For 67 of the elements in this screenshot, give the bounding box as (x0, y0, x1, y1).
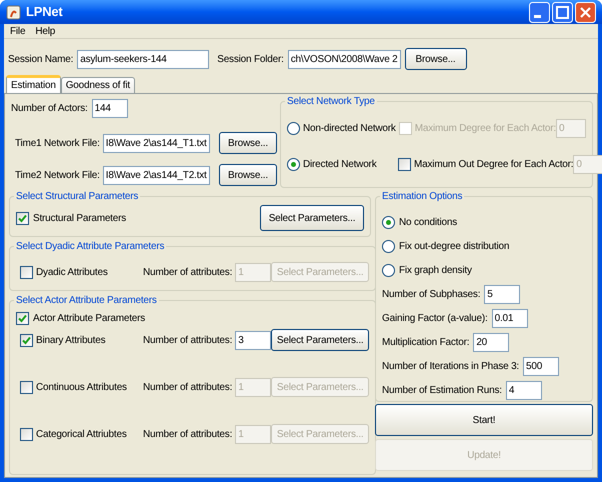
minimize-icon[interactable] (529, 2, 550, 22)
file-label: Time1 Network File: (15, 136, 100, 150)
button[interactable]: Select Parameters... (271, 329, 370, 351)
text-field[interactable]: 20 (473, 332, 510, 352)
group-title: Select Dyadic Attribute Parameters (15, 240, 166, 254)
text-field[interactable]: ch\VOSON\2008\Wave 2 (288, 50, 400, 68)
maximize-icon[interactable] (552, 2, 573, 22)
menu-item[interactable]: File (6, 24, 30, 38)
checkbox[interactable] (16, 312, 29, 324)
tab[interactable]: Goodness of fit (60, 77, 135, 93)
checkbox-label: Maximum Out Degree for Each Actor: (414, 158, 574, 172)
field-label: Number of Estimation Runs: (382, 384, 502, 398)
text-field[interactable]: I8\Wave 2\as144_T2.txt (102, 166, 210, 184)
button[interactable]: Select Parameters... (260, 205, 364, 231)
radio-label: Directed Network (303, 158, 378, 172)
text-field[interactable]: 4 (506, 380, 542, 400)
checkbox-label: Actor Attribute Parameters (33, 312, 146, 326)
group-title: Select Network Type (286, 95, 376, 109)
radio-button[interactable] (382, 240, 395, 252)
group-title: Select Structural Parameters (15, 190, 140, 204)
field-label: Number of Iterations in Phase 3: (382, 360, 520, 374)
group-title: Estimation Options (381, 190, 464, 204)
radio-label: No conditions (399, 216, 457, 230)
checkbox-label: Binary Attributes (36, 334, 106, 348)
close-icon[interactable] (575, 2, 596, 22)
text-field[interactable]: 500 (523, 356, 560, 376)
action-button[interactable]: Start! (375, 404, 593, 436)
checkbox-label: Categorical Attriubtes (36, 428, 128, 442)
text-field[interactable]: 5 (484, 284, 520, 304)
radio-button[interactable] (287, 122, 300, 134)
app-icon (6, 4, 21, 20)
count-label: Number of attributes: (143, 428, 232, 442)
button[interactable]: Browse... (404, 48, 466, 70)
checkbox-label: Dyadic Attributes (36, 266, 109, 280)
radio-button[interactable] (382, 264, 395, 276)
count-label: Number of attributes: (143, 380, 232, 394)
text-field[interactable]: asylum-seekers-144 (77, 50, 210, 68)
button[interactable]: Browse... (219, 132, 277, 154)
field-label: Multiplication Factor: (382, 336, 470, 350)
text-field[interactable]: I8\Wave 2\as144_T1.txt (102, 134, 210, 152)
field-label: Gaining Factor (a-value): (382, 312, 488, 326)
count-label: Number of attributes: (143, 334, 232, 348)
field-label: Number of Subphases: (382, 288, 480, 302)
menu-item[interactable]: Help (31, 24, 60, 38)
button[interactable]: Browse... (219, 164, 277, 186)
session-folder-label: Session Folder: (217, 52, 284, 66)
text-field[interactable]: 3 (235, 330, 272, 350)
radio-button[interactable] (287, 158, 300, 170)
checkbox-label: Continuous Attributes (36, 380, 128, 394)
text-field[interactable]: 0.01 (492, 308, 528, 328)
radio-label: Fix graph density (399, 264, 472, 278)
checkbox[interactable] (20, 334, 33, 346)
radio-button[interactable] (382, 216, 395, 228)
text-field[interactable]: 144 (92, 98, 128, 118)
checkbox[interactable] (398, 158, 411, 170)
checkbox-label: Maximum Degree for Each Actor: (414, 122, 556, 136)
count-label: Number of attributes: (143, 266, 232, 280)
group-title: Select Actor Attribute Parameters (15, 294, 158, 308)
checkbox[interactable] (16, 212, 29, 224)
radio-label: Non-directed Network (303, 122, 396, 136)
file-label: Time2 Network File: (15, 168, 100, 182)
actors-label: Number of Actors: (11, 102, 88, 116)
tab[interactable]: Estimation (6, 75, 61, 93)
window-title: LPNet (26, 3, 63, 22)
checkbox-label: Structural Parameters (33, 212, 126, 226)
session-name-label: Session Name: (8, 52, 74, 66)
radio-label: Fix out-degree distribution (399, 240, 510, 254)
